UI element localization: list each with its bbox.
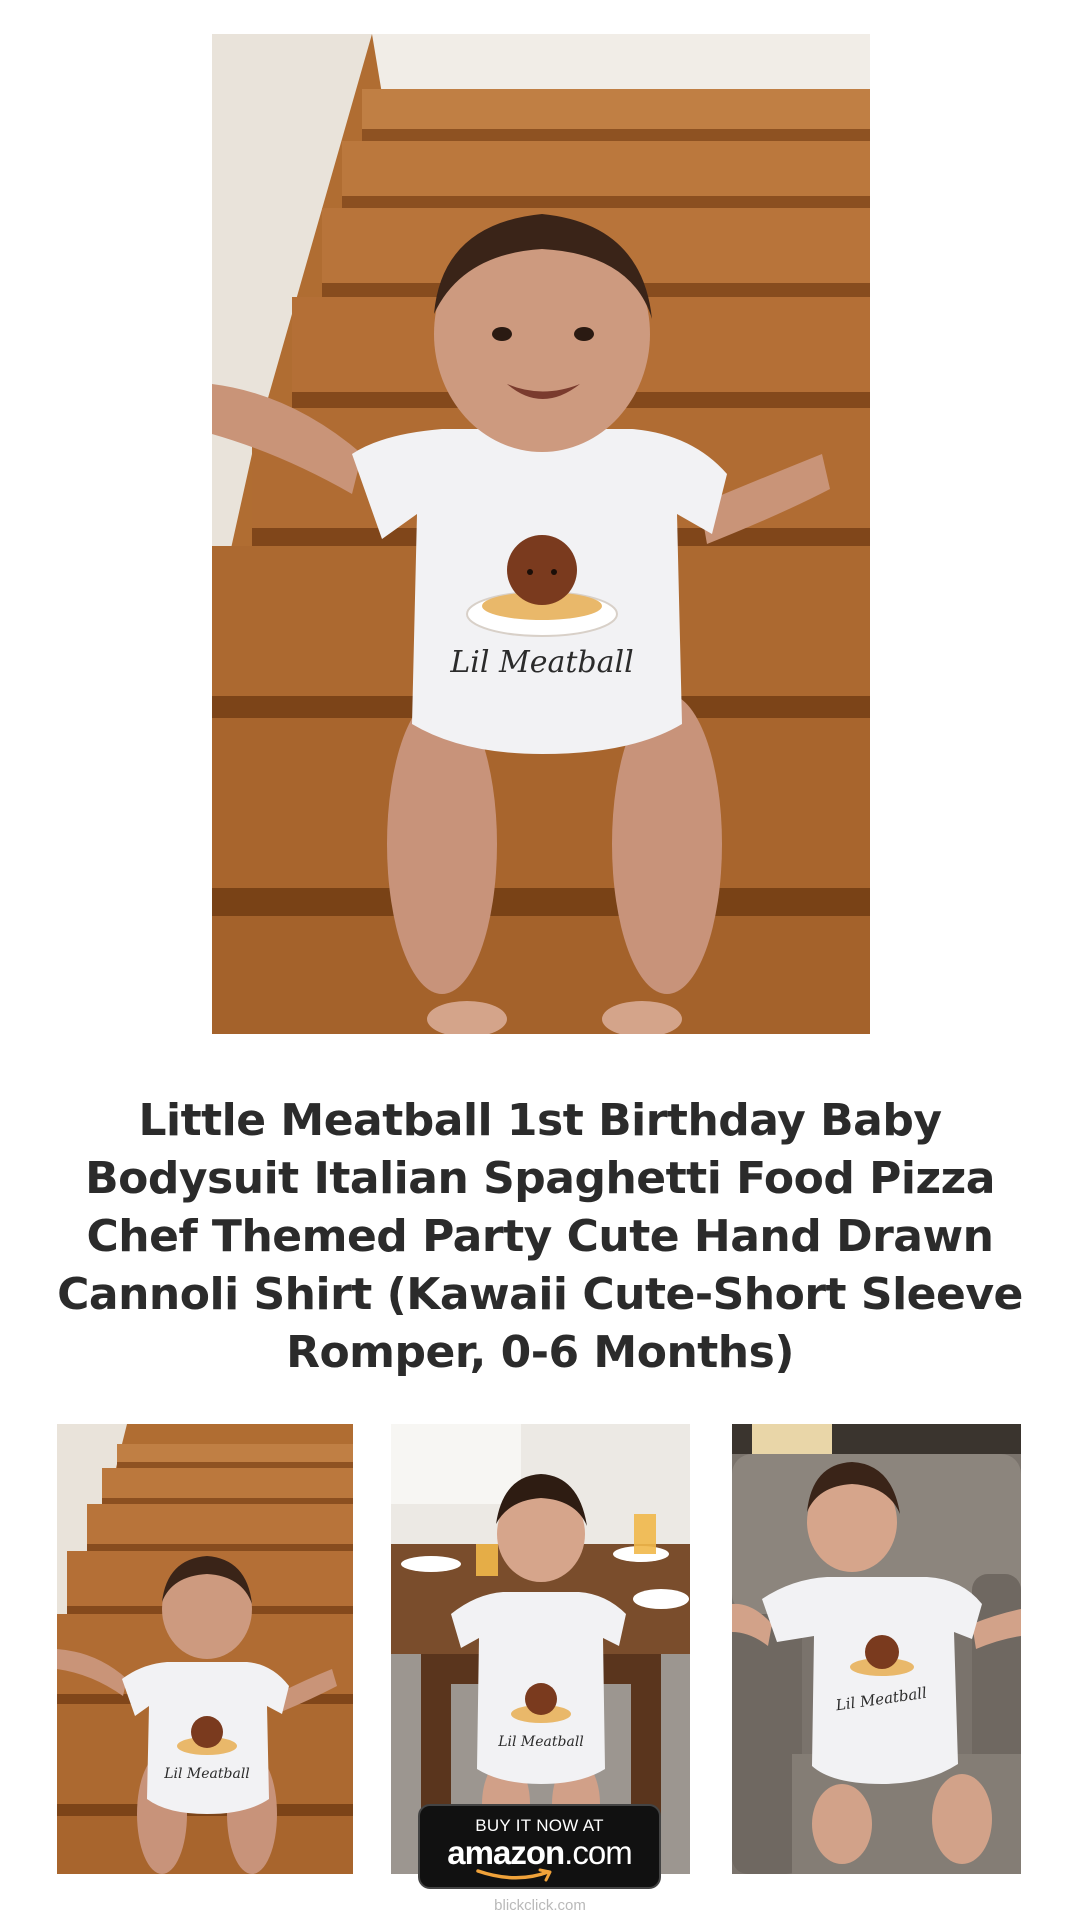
amazon-wordmark: amazon.com (420, 1834, 659, 1872)
thumbnail-sofa-photo: Lil Meatball (732, 1424, 1021, 1874)
thumbnail-sofa[interactable]: Lil Meatball (732, 1424, 1021, 1874)
buy-now-label: BUY IT NOW AT (475, 1816, 604, 1835)
amazon-smile-arrow-icon (476, 1868, 552, 1882)
buy-on-amazon-button[interactable]: BUY IT NOW AT amazon.com (418, 1804, 661, 1889)
thumbnail-stairs-print-text: Lil Meatball (163, 1766, 250, 1782)
thumbnail-table-print-text: Lil Meatball (497, 1734, 584, 1750)
footer-site-name: blickclick.com (494, 1897, 586, 1914)
product-page: Lil Meatball Little Meatball 1st Birthda… (0, 0, 1080, 1920)
amazon-brand-suffix: .com (564, 1834, 633, 1871)
hero-photo-illustration: Lil Meatball (212, 34, 870, 1034)
hero-print-text: Lil Meatball (449, 645, 633, 680)
product-title: Little Meatball 1st Birthday Baby Bodysu… (57, 1095, 1023, 1378)
amazon-brand-name: amazon (447, 1834, 565, 1871)
hero-product-image[interactable]: Lil Meatball (212, 34, 870, 1034)
thumbnail-stairs-photo: Lil Meatball (57, 1424, 353, 1874)
thumbnail-stairs[interactable]: Lil Meatball (57, 1424, 353, 1874)
